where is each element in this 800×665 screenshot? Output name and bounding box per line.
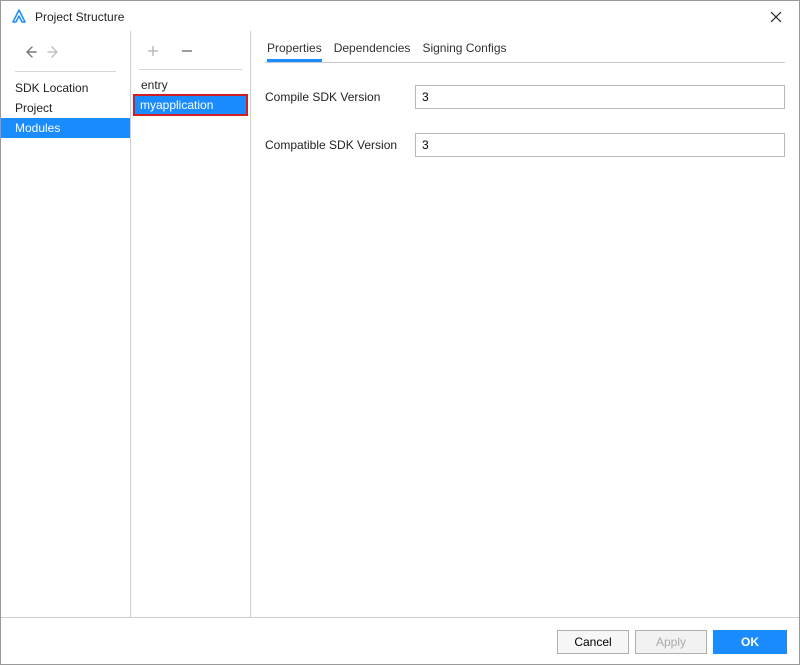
remove-module-button[interactable] (179, 43, 195, 59)
nav-item-sdk-location[interactable]: SDK Location (1, 78, 130, 98)
left-nav-separator (15, 71, 116, 72)
close-icon (770, 11, 782, 23)
compatible-sdk-row: Compatible SDK Version (265, 133, 785, 157)
nav-item-project[interactable]: Project (1, 98, 130, 118)
dialog-footer: Cancel Apply OK (1, 617, 799, 665)
plus-icon (147, 45, 159, 57)
add-module-button[interactable] (145, 43, 161, 59)
compile-sdk-row: Compile SDK Version (265, 85, 785, 109)
compatible-sdk-input[interactable] (415, 133, 785, 157)
content-panel: Properties Dependencies Signing Configs … (251, 31, 799, 617)
title-bar: Project Structure (1, 1, 799, 31)
back-button[interactable] (21, 43, 39, 61)
modules-separator (139, 69, 242, 70)
modules-toolbar (131, 39, 250, 69)
nav-history-arrows (1, 39, 130, 71)
close-button[interactable] (761, 5, 791, 29)
tab-signing-configs[interactable]: Signing Configs (422, 41, 506, 62)
compile-sdk-input[interactable] (415, 85, 785, 109)
ok-button[interactable]: OK (713, 630, 787, 654)
module-tabs: Properties Dependencies Signing Configs (265, 41, 785, 63)
compatible-sdk-label: Compatible SDK Version (265, 138, 415, 152)
arrow-left-icon (23, 45, 37, 59)
tab-properties[interactable]: Properties (267, 41, 322, 62)
modules-panel: entry myapplication (131, 31, 251, 617)
app-logo-icon (11, 9, 27, 25)
window-title: Project Structure (35, 10, 761, 24)
tab-dependencies[interactable]: Dependencies (334, 41, 411, 62)
forward-button[interactable] (45, 43, 63, 61)
module-item-myapplication[interactable]: myapplication (133, 94, 248, 116)
module-item-entry[interactable]: entry (133, 76, 248, 94)
left-nav-panel: SDK Location Project Modules (1, 31, 131, 617)
main-region: SDK Location Project Modules entry myapp… (1, 31, 799, 617)
cancel-button[interactable]: Cancel (557, 630, 629, 654)
arrow-right-icon (47, 45, 61, 59)
nav-item-modules[interactable]: Modules (1, 118, 130, 138)
minus-icon (181, 45, 193, 57)
apply-button[interactable]: Apply (635, 630, 707, 654)
compile-sdk-label: Compile SDK Version (265, 90, 415, 104)
